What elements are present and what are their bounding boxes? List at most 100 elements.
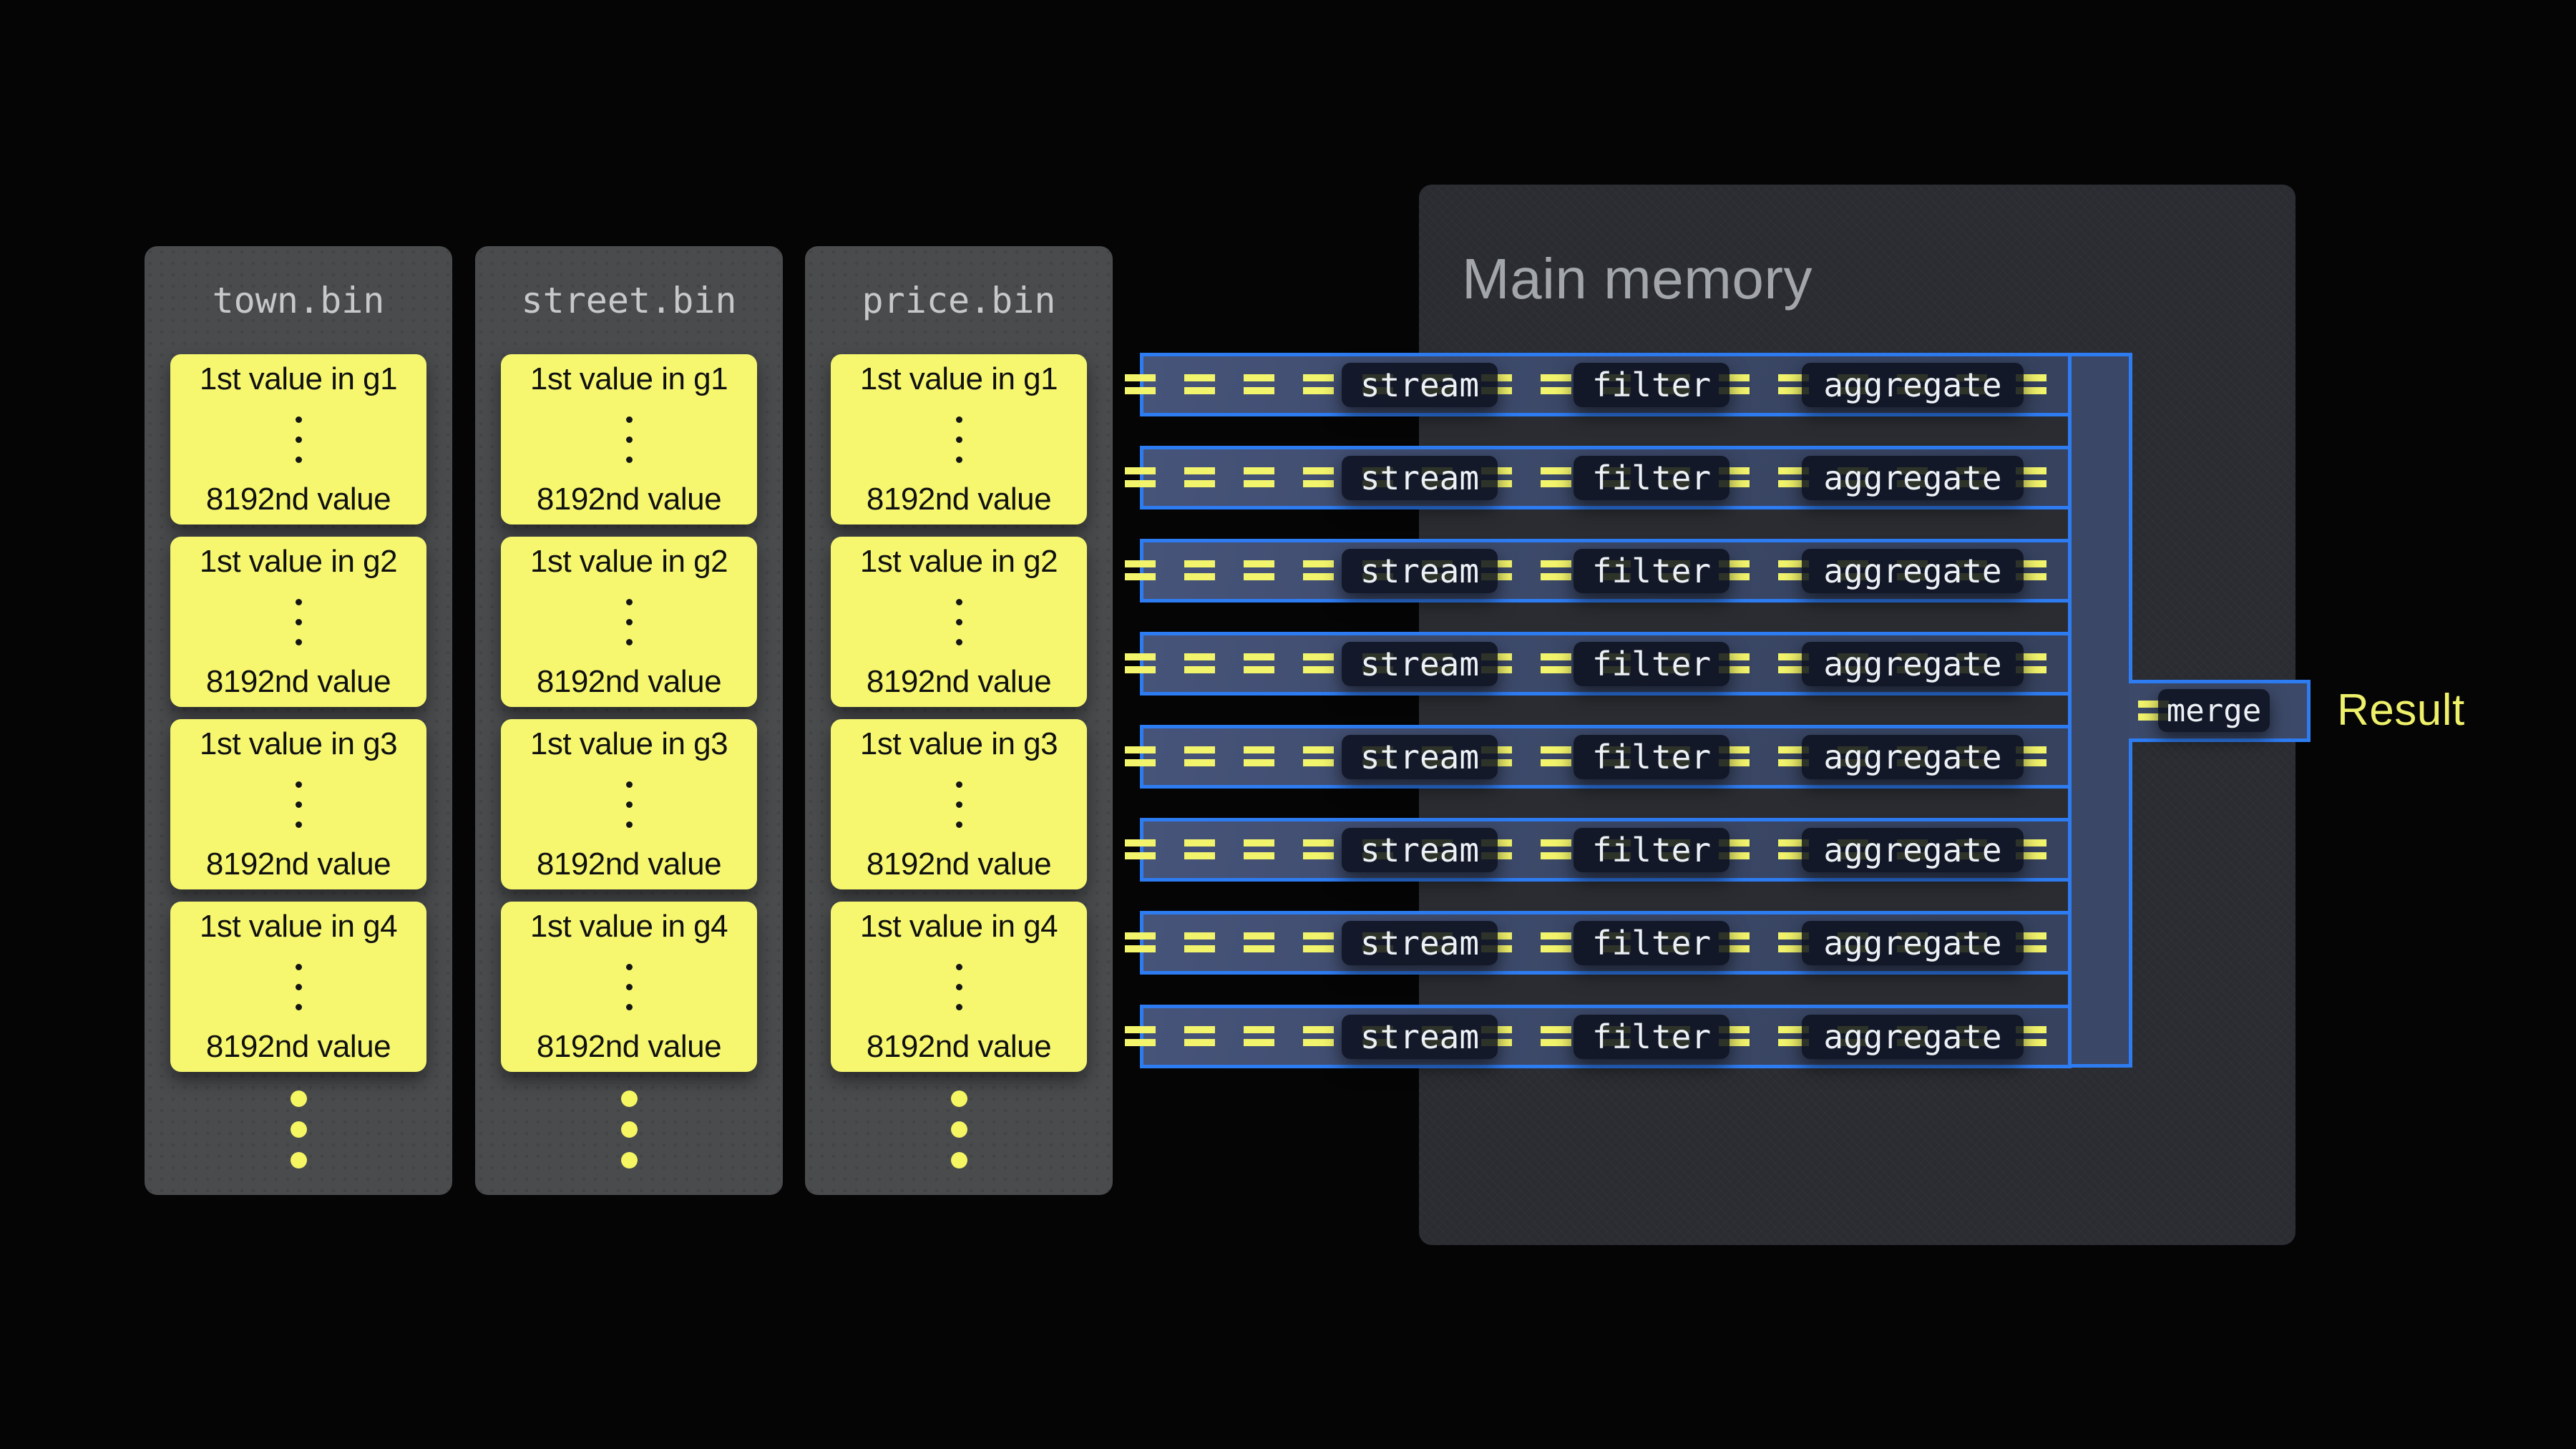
aggregate-node: aggregate [1802,1015,2024,1059]
pipeline-gap [1419,882,2068,911]
vertical-ellipsis-icon [626,416,633,463]
vertical-ellipsis-icon [626,599,633,645]
ellipsis-dot [626,964,633,970]
value-group-block: 1st value in g1 8192nd value [831,354,1087,525]
pipeline-row: stream filter aggregate [1140,911,2072,975]
ellipsis-dot [951,1152,967,1169]
pipeline-gap [1419,789,2068,818]
value-group-block: 1st value in g38192nd value [831,719,1087,889]
ellipsis-dot [956,436,962,443]
file-column: street.bin 1st value in g18192nd value 1st… [475,246,783,1195]
vertical-ellipsis-icon [296,416,302,463]
ellipsis-dot [626,984,633,990]
value-group-block: 1st value in g18192nd value [501,354,757,525]
ellipsis-dot [956,416,962,423]
pipeline-spine [2068,353,2132,1068]
group-last-value-label: 8192nd value [537,1029,721,1065]
group-first-value-label: 1st value in g2 [530,544,728,580]
ellipsis-dot [621,1091,638,1107]
vertical-ellipsis-icon [296,599,302,645]
ellipsis-dot [296,639,302,645]
ellipsis-dot [951,1121,967,1138]
file-column-header: town.bin [145,283,452,318]
ellipsis-dot [296,964,302,970]
filter-node: filter [1574,828,1729,872]
pipeline-gap [1419,602,2068,632]
ellipsis-dot [626,457,633,463]
file-column: town.bin1st value in g18192nd value1st v… [145,246,452,1195]
group-last-value-label: 8192nd value [867,664,1051,700]
main-memory-title: Main memory [1462,245,1813,313]
ellipsis-dot [956,781,962,788]
filter-node: filter [1574,456,1729,500]
vertical-ellipsis-icon [296,781,302,828]
ellipsis-dot [626,416,633,423]
ellipsis-dot [956,599,962,605]
ellipsis-dot [626,436,633,443]
ellipsis-dot [956,639,962,645]
ellipsis-dot [296,984,302,990]
stream-node: stream [1342,921,1498,965]
value-group-block: 1st value in g38192nd value [501,719,757,889]
pipeline-gap [1419,416,2068,446]
group-last-value-label: 8192nd value [206,664,391,700]
value-group-block: 1st value in g28192nd value [170,537,426,707]
ellipsis-dot [626,801,633,808]
pipeline-row: streamfilteraggregate [1140,539,2072,602]
vertical-ellipsis-icon [956,599,962,645]
stream-node: stream [1342,1015,1498,1059]
value-group-block: 1st value in g28192nd value [831,537,1087,707]
ellipsis-dot [956,619,962,625]
group-first-value-label: 1st value in g1 [860,361,1058,397]
group-last-value-label: 8192nd value [867,847,1051,882]
ellipsis-dot [956,821,962,828]
pipeline-row: streamfilteraggregate [1140,632,2072,696]
ellipsis-dot [626,1004,633,1010]
ellipsis-dot [956,964,962,970]
ellipsis-dot [956,457,962,463]
ellipsis-dot [951,1091,967,1107]
filter-node: filter [1574,921,1729,965]
ellipsis-dot [296,619,302,625]
group-last-value-label: 8192nd value [867,1029,1051,1065]
value-group-block: 1st value in g38192nd value [170,719,426,889]
vertical-ellipsis-icon [956,416,962,463]
ellipsis-dot [291,1091,307,1107]
filter-node: filter [1574,549,1729,593]
stream-node: stream [1342,828,1498,872]
filter-node: filter [1574,363,1729,407]
pipeline-row: streamfilteraggregate [1140,353,2072,416]
merge-node: merge [2158,689,2270,732]
filter-node: filter [1574,642,1729,686]
filter-node: filter [1574,1015,1729,1059]
ellipsis-dot [621,1152,638,1169]
group-last-value-label: 8192nd value [537,482,721,517]
pipeline-gap [1419,975,2068,1004]
group-last-value-label: 8192nd value [537,847,721,882]
vertical-ellipsis-icon [296,964,302,1010]
pipeline-gap [1419,696,2068,725]
vertical-ellipsis-icon [626,781,633,828]
vertical-ellipsis-icon [626,964,633,1010]
ellipsis-dot [626,599,633,605]
pipeline-gap [1419,509,2068,539]
aggregate-node: aggregate [1802,642,2024,686]
value-group-block: 1st value in g18192nd value [170,354,426,525]
file-column-header: street.bin [475,283,783,318]
group-last-value-label: 8192nd value [206,482,391,517]
aggregate-node: aggregate [1802,921,2024,965]
group-last-value-label: 8192nd value [867,482,1051,517]
value-group-block: 1st value in g48192nd value [831,902,1087,1072]
stream-node: stream [1342,456,1498,500]
ellipsis-dot [296,781,302,788]
ellipsis-dot [626,821,633,828]
more-groups-ellipsis-icon [145,1091,452,1169]
aggregate-node: aggregate [1802,549,2024,593]
ellipsis-dot [956,984,962,990]
more-groups-ellipsis-icon [475,1091,783,1169]
diagram-canvas: town.bin1st value in g18192nd value1st v… [0,0,2576,1449]
more-groups-ellipsis-icon [805,1091,1113,1169]
ellipsis-dot [626,781,633,788]
value-group-block: 1st value in g48192nd value [501,902,757,1072]
group-first-value-label: 1st value in g3 [200,726,397,762]
